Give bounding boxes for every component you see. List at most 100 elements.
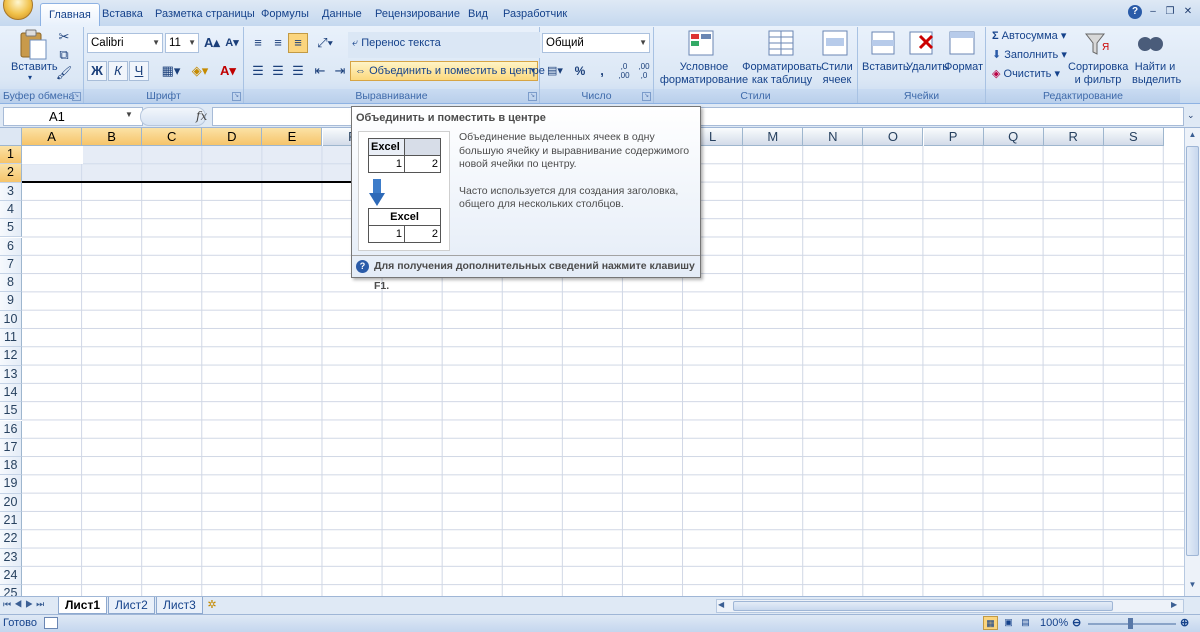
row-header-3[interactable]: 3	[0, 182, 22, 201]
tab-page-layout[interactable]: Разметка страницы	[147, 3, 263, 26]
sort-filter-button[interactable]: Сортировка и фильтр	[1068, 61, 1128, 87]
select-all-corner[interactable]	[0, 128, 22, 146]
active-cell[interactable]	[22, 146, 83, 165]
row-header-8[interactable]: 8	[0, 274, 22, 293]
row-header-11[interactable]: 11	[0, 329, 22, 348]
tab-data[interactable]: Данные	[314, 3, 370, 26]
bold-button[interactable]: Ж	[87, 61, 107, 81]
increase-indent-icon[interactable]: ⇥	[330, 61, 350, 81]
horizontal-scrollbar[interactable]: ◀ ▶	[716, 599, 1184, 613]
row-header-24[interactable]: 24	[0, 566, 22, 586]
decrease-decimal-button[interactable]: ,00 ,0	[634, 61, 654, 81]
borders-icon[interactable]: ▦▾	[158, 61, 184, 81]
row-header-13[interactable]: 13	[0, 365, 22, 384]
align-center-icon[interactable]: ☰	[268, 61, 288, 81]
align-left-icon[interactable]: ☰	[248, 61, 268, 81]
cut-icon[interactable]: ✂	[54, 27, 74, 47]
cell-styles-button[interactable]: Стили ячеек	[818, 61, 856, 87]
delete-cells-button[interactable]: Удалить	[906, 61, 948, 73]
column-header-q[interactable]: Q	[983, 128, 1044, 146]
row-header-14[interactable]: 14	[0, 383, 22, 403]
find-select-button[interactable]: Найти и выделить	[1132, 61, 1181, 87]
comma-button[interactable]: ,	[592, 61, 612, 81]
paste-dropdown-icon[interactable]: ▾	[28, 73, 32, 82]
row-header-9[interactable]: 9	[0, 292, 22, 311]
row-header-16[interactable]: 16	[0, 420, 22, 439]
fill-color-icon[interactable]: ◈▾	[187, 61, 213, 81]
expand-formula-icon[interactable]: ⌄	[1187, 110, 1195, 121]
name-box-chevron-down-icon[interactable]: ▼	[125, 110, 133, 119]
sheet-nav-icons[interactable]: ⏮◀▶⏭	[3, 599, 47, 610]
column-header-o[interactable]: O	[863, 128, 924, 146]
increase-decimal-button[interactable]: ,0 ,00	[614, 61, 634, 81]
number-format-combo[interactable]: Общий ▼	[542, 33, 650, 53]
vertical-scrollbar[interactable]: ▲ ▼	[1184, 128, 1200, 596]
name-box[interactable]: A1	[3, 107, 143, 126]
merge-center-button[interactable]: ⇔ Объединить и поместить в центре ▾	[350, 61, 545, 81]
row-header-1[interactable]: 1	[0, 146, 22, 165]
align-top-icon[interactable]: ≡	[248, 33, 268, 53]
scroll-right-icon[interactable]: ▶	[1171, 600, 1183, 609]
row-header-6[interactable]: 6	[0, 237, 22, 256]
row-header-5[interactable]: 5	[0, 219, 22, 238]
help-icon[interactable]: ?	[1128, 5, 1142, 19]
tab-insert[interactable]: Вставка	[94, 3, 151, 26]
column-header-d[interactable]: D	[202, 128, 263, 146]
format-painter-icon[interactable]: 🖌	[54, 63, 74, 83]
column-header-m[interactable]: M	[743, 128, 804, 146]
macro-record-icon[interactable]	[44, 617, 58, 629]
column-header-b[interactable]: B	[82, 128, 143, 146]
minimize-icon[interactable]: –	[1146, 5, 1160, 19]
row-header-20[interactable]: 20	[0, 493, 22, 512]
row-header-19[interactable]: 19	[0, 475, 22, 494]
scroll-down-icon[interactable]: ▼	[1186, 580, 1199, 594]
insert-cells-button[interactable]: Вставить	[862, 61, 909, 73]
zoom-in-icon[interactable]: ⊕	[1180, 615, 1189, 632]
scroll-up-icon[interactable]: ▲	[1186, 130, 1199, 144]
row-header-17[interactable]: 17	[0, 438, 22, 458]
conditional-formatting-button[interactable]: Условное форматирование	[658, 61, 750, 87]
currency-icon[interactable]: ▤▾	[542, 61, 568, 81]
zoom-out-icon[interactable]: ⊖	[1072, 615, 1081, 632]
row-header-15[interactable]: 15	[0, 402, 22, 421]
tab-developer[interactable]: Разработчик	[495, 3, 575, 26]
column-header-e[interactable]: E	[262, 128, 323, 146]
column-header-p[interactable]: P	[923, 128, 984, 146]
close-icon[interactable]: ✕	[1181, 5, 1195, 19]
row-header-12[interactable]: 12	[0, 347, 22, 366]
number-launcher-icon[interactable]: ↘	[642, 92, 651, 101]
percent-button[interactable]: %	[570, 61, 590, 81]
align-right-icon[interactable]: ☰	[288, 61, 308, 81]
format-cells-button[interactable]: Формат	[944, 61, 983, 73]
zoom-slider-thumb[interactable]	[1128, 618, 1133, 629]
column-header-s[interactable]: S	[1103, 128, 1164, 146]
clipboard-launcher-icon[interactable]: ↘	[72, 92, 81, 101]
fill-button[interactable]: ⬇ Заполнить ▾	[992, 48, 1067, 61]
restore-icon[interactable]: ❐	[1163, 5, 1177, 19]
clear-button[interactable]: ◈ Очистить ▾	[992, 67, 1060, 80]
align-bottom-icon[interactable]: ≡	[288, 33, 308, 53]
row-header-18[interactable]: 18	[0, 457, 22, 476]
font-color-icon[interactable]: A▾	[215, 61, 241, 81]
format-as-table-button[interactable]: Форматировать как таблицу	[742, 61, 822, 87]
row-header-21[interactable]: 21	[0, 512, 22, 531]
orientation-icon[interactable]: ⤢▾	[312, 33, 338, 53]
sheet-tab-1[interactable]: Лист1	[58, 597, 108, 614]
page-break-view-icon[interactable]: ▤	[1018, 616, 1033, 630]
zoom-level[interactable]: 100%	[1040, 615, 1068, 632]
page-layout-view-icon[interactable]: ▣	[1001, 616, 1016, 630]
insert-sheet-icon[interactable]: ✲	[202, 598, 222, 613]
font-size-combo[interactable]: 11 ▼	[165, 33, 199, 53]
row-header-10[interactable]: 10	[0, 310, 22, 329]
row-header-7[interactable]: 7	[0, 255, 22, 275]
italic-button[interactable]: К	[108, 61, 128, 81]
horizontal-scroll-thumb[interactable]	[733, 601, 1113, 611]
normal-view-icon[interactable]: ▦	[983, 616, 998, 630]
tab-formulas[interactable]: Формулы	[253, 3, 317, 26]
font-name-combo[interactable]: Calibri ▼	[87, 33, 163, 53]
alignment-launcher-icon[interactable]: ↘	[528, 92, 537, 101]
sheet-tab-3[interactable]: Лист3	[156, 597, 203, 614]
row-header-2[interactable]: 2	[0, 164, 22, 183]
font-launcher-icon[interactable]: ↘	[232, 92, 241, 101]
copy-icon[interactable]: ⧉	[54, 45, 74, 65]
